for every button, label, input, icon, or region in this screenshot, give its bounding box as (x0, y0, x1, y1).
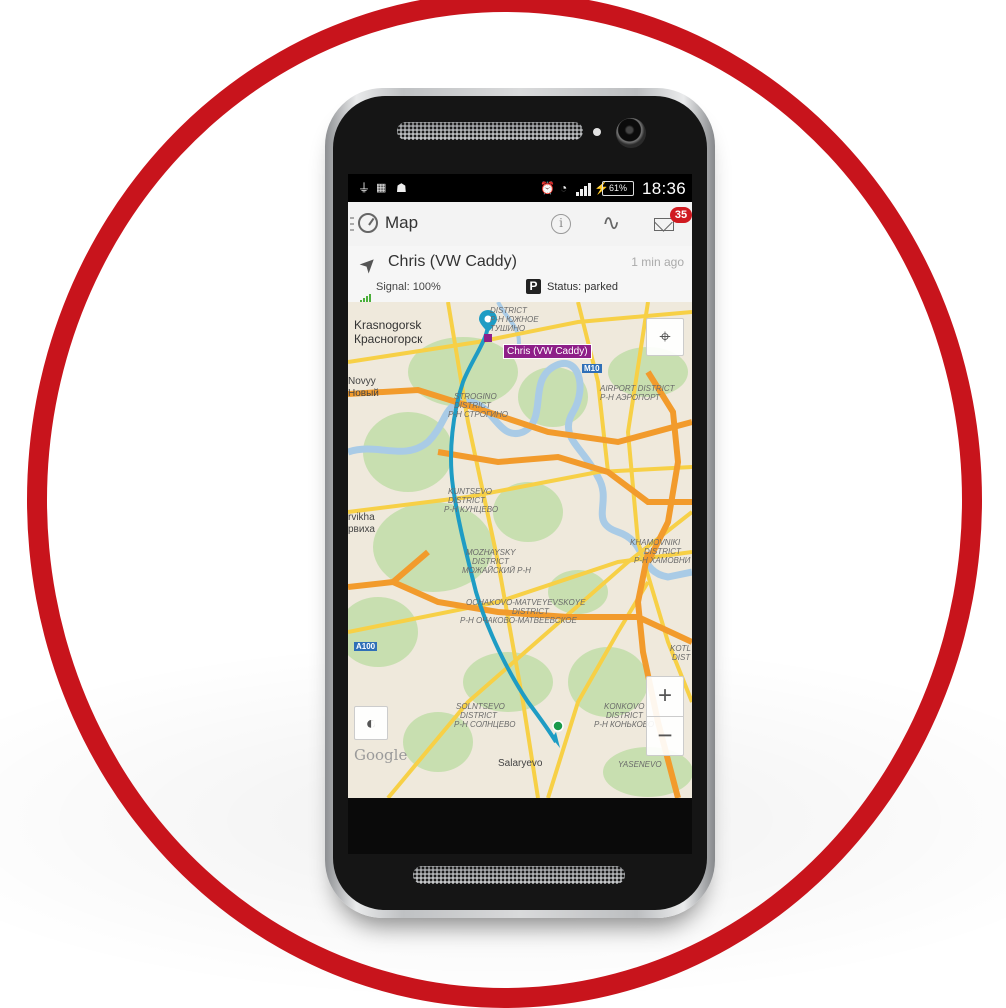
speedometer-icon[interactable] (358, 213, 378, 233)
map-view[interactable]: Krasnogorsk Красногорск Novyy Новый rvik… (348, 302, 692, 798)
district-label: Р-Н СТРОГИНО (448, 410, 509, 419)
district-label: МОЖАЙСКИЙ Р-Н (462, 566, 531, 575)
front-camera-lens (616, 118, 646, 148)
wifi-icon: ◔ (560, 181, 568, 195)
district-label: Р-Н КУНЦЕВО (444, 505, 499, 514)
district-label: AIRPORT DISTRICT (600, 384, 675, 393)
vehicle-status: Status: parked (547, 281, 618, 293)
district-label: DISTRICT (512, 607, 549, 616)
road-shield: A100 (354, 642, 378, 651)
status-bar: ⏚ ▦ ☗ ⏰ ◔ ⚡ 61% 18:36 (348, 174, 692, 202)
last-update-time: 1 min ago (631, 255, 684, 269)
map-label: Новый (348, 388, 379, 399)
district-label: DISTRICT (644, 547, 681, 556)
phone-device: ⏚ ▦ ☗ ⏰ ◔ ⚡ 61% 18:36 Map i ∿ 35 ➤ Chris… (325, 88, 715, 918)
district-label: DISTRICT (454, 401, 491, 410)
google-attribution: Google (354, 746, 408, 764)
district-label: YASENEVO (618, 760, 662, 769)
map-label: Novyy (348, 376, 376, 387)
clock: 18:36 (641, 179, 686, 198)
sensor-dot (593, 128, 601, 136)
district-label: DISTRICT (472, 557, 509, 566)
route-icon[interactable]: ∿ (602, 210, 620, 236)
district-label: Р-Н ОЧАКОВО-МАТВЕЕВСКОЕ (460, 616, 577, 625)
signal-status: Signal: 100% (376, 281, 441, 293)
district-label: KONKOVO (604, 702, 645, 711)
usb-icon: ⏚ (358, 181, 371, 195)
district-label: SOLNTSEVO (456, 702, 505, 711)
district-label: Р-Н СОЛНЦЕВО (454, 720, 516, 729)
district-label: ТУШИНО (490, 324, 526, 333)
map-label: rvikha (348, 512, 375, 523)
map-label: Krasnogorsk (354, 318, 422, 332)
district-label: KUNTSEVO (448, 487, 493, 496)
district-label: DISTRICT (448, 496, 485, 505)
image-icon: ▦ (376, 182, 387, 194)
parking-icon: P (526, 279, 541, 294)
district-label: KOTL (670, 644, 691, 653)
map-type-button[interactable]: ◐ (354, 706, 388, 740)
map-label: Salaryevo (498, 758, 543, 769)
app-bar: Map i ∿ 35 (348, 202, 692, 247)
district-label: DISTRICT (460, 711, 497, 720)
crosshair-icon: ⌖ (659, 326, 671, 348)
vehicle-map-label[interactable]: Chris (VW Caddy) (503, 344, 592, 359)
route-end-marker (552, 720, 564, 732)
my-location-button[interactable]: ⌖ (646, 318, 684, 356)
vehicle-name: Chris (VW Caddy) (388, 253, 517, 270)
district-label: KHAMOVNIKI (630, 538, 681, 547)
district-label: DISTRICT (606, 711, 643, 720)
district-label: Р-Н АЭРОПОРТ (600, 393, 660, 402)
drawer-menu-icon[interactable] (350, 217, 354, 231)
district-label: STROGINO (454, 392, 497, 401)
district-label: Р-Н ЮЖНОЕ (490, 315, 539, 324)
district-label: OCHAKOVO-MATVEYEVSKOYE (466, 598, 586, 607)
notification-badge: 35 (670, 207, 692, 223)
district-label: DIST (672, 653, 691, 662)
zoom-out-button[interactable]: − (646, 716, 684, 756)
signal-strength-icon (360, 285, 372, 303)
district-label: Р-Н ХАМОВНИ (634, 556, 691, 565)
lower-bezel (348, 798, 692, 854)
map-label: рвиха (348, 524, 375, 535)
battery-indicator: 61% (602, 181, 634, 196)
zoom-in-button[interactable]: + (646, 676, 684, 716)
info-icon[interactable]: i (551, 214, 571, 234)
alarm-icon: ⏰ (540, 181, 555, 195)
android-icon: ☗ (396, 181, 407, 195)
phone-screen: ⏚ ▦ ☗ ⏰ ◔ ⚡ 61% 18:36 Map i ∿ 35 ➤ Chris… (348, 174, 692, 798)
district-label: MOZHAYSKY (466, 548, 516, 557)
district-label: DISTRICT (490, 306, 527, 315)
bottom-speaker-grille (413, 866, 625, 884)
road-shield: M10 (582, 364, 602, 373)
navigation-arrow-icon: ➤ (355, 251, 383, 279)
globe-icon: ◐ (365, 713, 377, 733)
earpiece-speaker-grille (397, 122, 583, 140)
vehicle-info-panel[interactable]: ➤ Chris (VW Caddy) 1 min ago Signal: 100… (348, 246, 692, 303)
map-label: Красногорск (354, 332, 423, 346)
page-title: Map (385, 213, 419, 232)
cell-signal-icon (576, 182, 592, 196)
